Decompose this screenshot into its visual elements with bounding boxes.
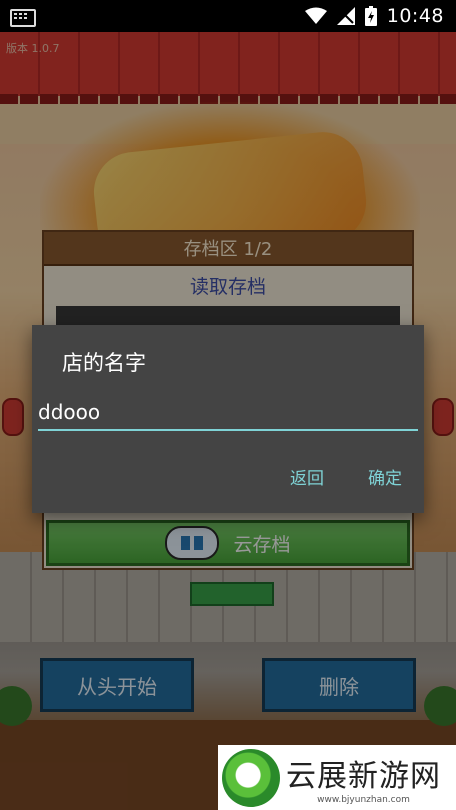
status-bar: 10:48 [0, 0, 456, 32]
watermark-brand: 云展新游网 [286, 758, 441, 794]
back-button[interactable]: 返回 [268, 463, 346, 495]
dialog-title: 店的名字 [62, 351, 146, 375]
watermark-url: www.bjyunzhan.com [317, 794, 410, 805]
shop-name-input[interactable]: ddooo [38, 397, 418, 431]
shop-name-dialog: 店的名字 ddooo 返回 确定 [32, 325, 424, 513]
battery-charging-icon [364, 6, 377, 26]
watermark-logo-icon [222, 748, 280, 807]
clock: 10:48 [386, 5, 444, 27]
dialog-actions: 返回 确定 [268, 463, 424, 495]
signal-icon [336, 7, 355, 25]
watermark: 云展新游网 www.bjyunzhan.com [218, 745, 456, 810]
keyboard-icon [10, 9, 36, 27]
wifi-icon [304, 7, 327, 24]
confirm-button[interactable]: 确定 [346, 463, 424, 495]
